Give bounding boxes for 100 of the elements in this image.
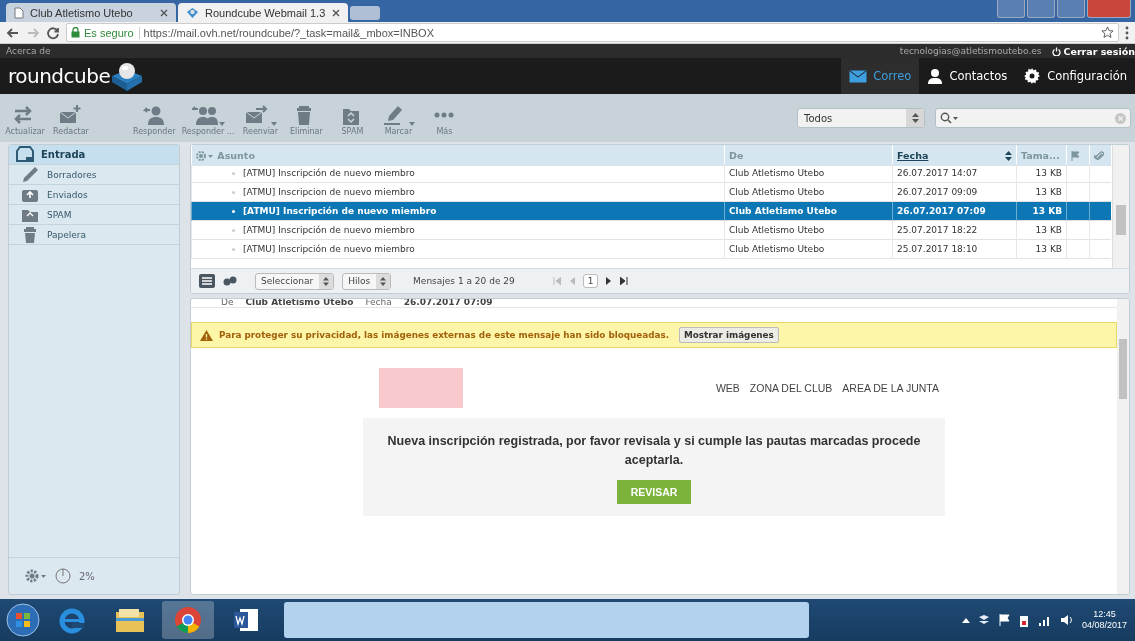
table-cell: 13 KB xyxy=(1016,221,1066,240)
folder-item[interactable]: Entrada xyxy=(9,145,179,165)
warning-text: Para proteger su privacidad, las imágenes externas de este mensaje han sido bloqueadas. xyxy=(219,330,670,340)
email-nav-link[interactable]: AREA DE LA JUNTA xyxy=(842,382,939,394)
table-cell: 13 KB xyxy=(1016,164,1066,183)
table-cell: 25.07.2017 18:10 xyxy=(892,240,1016,259)
clock-date: 04/08/2017 xyxy=(1081,620,1127,632)
date-label: Fecha xyxy=(365,299,392,307)
updown-icon xyxy=(323,276,330,286)
email-message: Nueva inscripción registrada, por favor revisala y si cumple las pautas marcadas procede aceptarla. xyxy=(386,433,922,469)
table-cell: Club Atletismo Utebo xyxy=(724,164,892,183)
last-page-icon[interactable] xyxy=(620,277,629,285)
logout-link[interactable]: Cerrar sesión xyxy=(1051,45,1135,57)
subject-cell[interactable]: [ATMU] Inscripción de nuevo miembro xyxy=(191,202,724,221)
subject-cell[interactable]: [ATMU] Inscripción de nuevo miembro xyxy=(191,164,724,183)
settings-icon xyxy=(1023,67,1042,85)
attachment-cell xyxy=(1089,202,1111,221)
table-cell: 25.07.2017 18:22 xyxy=(892,221,1016,240)
power-icon xyxy=(1051,46,1061,56)
close-button[interactable] xyxy=(1087,0,1131,18)
scrollbar[interactable] xyxy=(1112,145,1129,268)
table-cell: 13 KB xyxy=(1016,240,1066,259)
email-nav-link[interactable]: WEB xyxy=(715,382,740,394)
flag-icon[interactable] xyxy=(997,614,1010,626)
flag-cell[interactable] xyxy=(1066,240,1089,259)
attachment-cell xyxy=(1089,221,1111,240)
from-label: De xyxy=(221,299,234,307)
clock-time: 12:45 xyxy=(1093,608,1116,620)
select-dropdown[interactable]: Seleccionar xyxy=(255,272,335,290)
gear-icon[interactable] xyxy=(196,150,214,161)
warning-icon xyxy=(200,329,213,341)
threads-dropdown[interactable]: Hilos xyxy=(342,272,392,290)
folder-item[interactable]: Papelera xyxy=(9,225,179,245)
signal-icon[interactable] xyxy=(1037,614,1052,626)
about-link[interactable]: Acerca de xyxy=(6,46,51,56)
table-cell: 26.07.2017 14:07 xyxy=(892,164,1016,183)
browser-e-icon xyxy=(58,606,86,634)
dots-icon xyxy=(434,112,455,118)
flag-column-header[interactable] xyxy=(1066,145,1089,166)
star-icon[interactable] xyxy=(1101,26,1114,39)
people-reply-icon xyxy=(191,104,218,126)
back-icon[interactable] xyxy=(6,25,20,40)
browser-tab[interactable]: Roundcube Webmail 1.3 xyxy=(178,3,348,22)
folder-item[interactable]: SPAM xyxy=(9,205,179,225)
document-w-icon xyxy=(232,607,260,633)
attachment-column-header[interactable] xyxy=(1089,145,1111,166)
show-images-button[interactable]: Mostrar imágenes xyxy=(679,327,779,343)
next-page-icon[interactable] xyxy=(606,277,613,285)
folder-item[interactable]: Enviados xyxy=(9,185,179,205)
logo-text: roundcube xyxy=(8,64,111,88)
browser-tab[interactable]: Club Atletismo Utebo xyxy=(6,3,176,22)
table-cell: Club Atletismo Utebo xyxy=(724,221,892,240)
lock-icon xyxy=(71,27,80,38)
nav-tab[interactable]: Configuración xyxy=(1015,58,1135,94)
paperclip-icon xyxy=(1094,150,1104,161)
list-icon[interactable] xyxy=(199,274,215,288)
subject-cell[interactable]: [ATMU] Inscripción de nuevo miembro xyxy=(191,221,724,240)
column-header[interactable]: Fecha xyxy=(892,145,1016,166)
speaker-icon[interactable] xyxy=(1059,614,1074,626)
taskbar-clock[interactable]: 12:45 04/08/2017 xyxy=(1081,608,1127,632)
updown-icon xyxy=(911,113,919,123)
threads-icon[interactable] xyxy=(223,276,237,286)
date-text: 26.07.2017 07:09 xyxy=(403,299,493,307)
chrome-icon xyxy=(174,606,202,634)
url-text: https://mail.ovh.net/roundcube/?_task=mail&_mbox=INBOX xyxy=(143,26,434,39)
nav-tab[interactable]: Contactos xyxy=(919,58,1016,94)
quota-text: 2% xyxy=(79,570,95,582)
flag-cell[interactable] xyxy=(1066,164,1089,183)
address-bar[interactable]: Es seguro https://mail.ovh.net/roundcube/?_task=mail&_mbox=INBOX xyxy=(66,23,1119,42)
inbox-icon xyxy=(15,145,34,164)
gear-icon[interactable] xyxy=(25,569,47,583)
start-button[interactable] xyxy=(6,603,40,637)
scrollbar[interactable] xyxy=(1117,299,1129,594)
caret-icon[interactable] xyxy=(961,617,970,623)
flag-icon xyxy=(1071,150,1080,161)
battery-icon[interactable] xyxy=(1017,613,1030,627)
user-email: tecnologias@atletismoutebo.es xyxy=(899,46,1042,56)
table-cell: 26.07.2017 07:09 xyxy=(892,202,1016,221)
table-cell: 13 KB xyxy=(1016,202,1066,221)
nav-tab[interactable]: Correo xyxy=(841,58,920,94)
folder-item[interactable]: Borradores xyxy=(9,165,179,185)
close-icon[interactable] xyxy=(160,8,168,17)
cube-logo-icon xyxy=(110,60,145,92)
close-icon[interactable] xyxy=(332,8,340,17)
flag-cell[interactable] xyxy=(1066,221,1089,240)
search-icon xyxy=(940,112,958,124)
flag-cell[interactable] xyxy=(1066,202,1089,221)
filter-dropdown[interactable]: Todos xyxy=(797,108,925,128)
sort-icon xyxy=(1005,150,1012,161)
table-cell: Club Atletismo Utebo xyxy=(724,202,892,221)
page-number[interactable]: 1 xyxy=(582,274,599,288)
attachment-cell xyxy=(1089,240,1111,259)
menu-icon[interactable] xyxy=(1125,25,1129,40)
email-nav-link[interactable]: ZONA DEL CLUB xyxy=(749,382,833,394)
subject-cell[interactable]: [ATMU] Inscripción de nuevo miembro xyxy=(191,240,724,259)
sender-name: Club Atletismo Utebo xyxy=(245,299,354,307)
attachment-cell xyxy=(1089,164,1111,183)
search-field[interactable] xyxy=(935,108,1131,128)
envelope-icon xyxy=(849,69,868,83)
reload-icon[interactable] xyxy=(46,25,60,40)
